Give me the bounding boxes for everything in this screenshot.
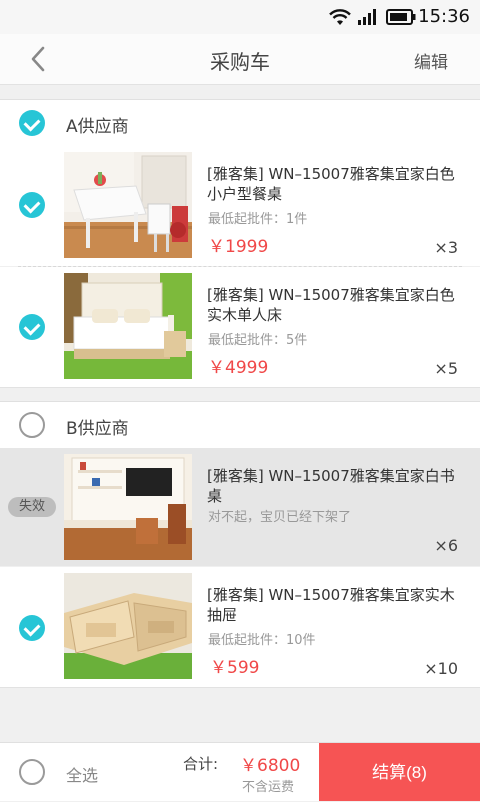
supplier-header-a[interactable]: A供应商 <box>0 99 480 147</box>
supplier-a-checkbox[interactable] <box>19 110 45 136</box>
supplier-name: B供应商 <box>66 419 129 439</box>
supplier-name: A供应商 <box>66 117 129 137</box>
status-bar: 15:36 <box>0 0 480 34</box>
supplier-header-b[interactable]: B供应商 <box>0 401 480 449</box>
item-price: ￥4999 <box>208 358 269 378</box>
item-checkbox[interactable] <box>19 192 45 218</box>
total-amount: ￥6800 <box>240 756 301 776</box>
item-quantity: ×3 <box>434 238 458 257</box>
cart-item[interactable]: [雅客集] WN–15007雅客集宜家白色实木单人床 最低起批件：5件 ￥499… <box>0 267 480 388</box>
checkout-button[interactable]: 结算(8) <box>319 743 480 801</box>
shipping-note: 不含运费 <box>242 780 295 795</box>
item-quantity: ×6 <box>434 536 458 555</box>
item-min-order: 最低起批件：5件 <box>208 333 308 348</box>
item-min-order: 最低起批件：10件 <box>208 633 316 648</box>
item-title[interactable]: [雅客集] WN–15007雅客集宜家白色小户型餐桌 <box>207 164 465 204</box>
select-all-checkbox[interactable] <box>19 759 45 785</box>
page-title: 采购车 <box>210 50 270 74</box>
single-bed-photo <box>64 273 192 379</box>
drawer-photo <box>64 573 192 679</box>
signal-icon <box>358 9 376 25</box>
item-title[interactable]: [雅客集] WN–15007雅客集宜家白书桌 <box>207 466 465 506</box>
wifi-icon <box>329 9 351 25</box>
item-checkbox[interactable] <box>19 314 45 340</box>
item-quantity: ×5 <box>434 359 458 378</box>
item-min-order: 最低起批件：1件 <box>208 212 308 227</box>
invalid-badge: 失效 <box>8 497 56 517</box>
cart-item[interactable]: [雅客集] WN–15007雅客集宜家白色小户型餐桌 最低起批件：1件 ￥199… <box>0 146 480 266</box>
battery-icon <box>386 9 416 25</box>
desk-photo <box>64 454 192 560</box>
nav-bar: 采购车 编辑 <box>0 34 480 85</box>
status-time: 15:36 <box>418 6 470 27</box>
item-price: ￥599 <box>210 658 260 678</box>
checkout-bar: 全选 合计: ￥6800 不含运费 结算(8) <box>0 742 480 801</box>
edit-button[interactable]: 编辑 <box>414 48 448 73</box>
dining-table-photo <box>64 152 192 258</box>
item-unavailable-note: 对不起，宝贝已经下架了 <box>208 510 352 525</box>
item-checkbox[interactable] <box>19 615 45 641</box>
total-label: 合计: <box>183 755 219 773</box>
cart-item[interactable]: [雅客集] WN–15007雅客集宜家实木抽屉 最低起批件：10件 ￥599 ×… <box>0 567 480 688</box>
cart-item-invalid[interactable]: 失效 [雅客集] WN–15007雅客集宜家白书桌 对不起，宝贝已经下架了 ×6 <box>0 448 480 566</box>
supplier-b-checkbox[interactable] <box>19 412 45 438</box>
item-title[interactable]: [雅客集] WN–15007雅客集宜家白色实木单人床 <box>207 285 465 325</box>
item-title[interactable]: [雅客集] WN–15007雅客集宜家实木抽屉 <box>207 585 465 625</box>
select-all-label[interactable]: 全选 <box>66 762 98 786</box>
item-quantity: ×10 <box>424 659 458 678</box>
item-price: ￥1999 <box>208 237 269 257</box>
